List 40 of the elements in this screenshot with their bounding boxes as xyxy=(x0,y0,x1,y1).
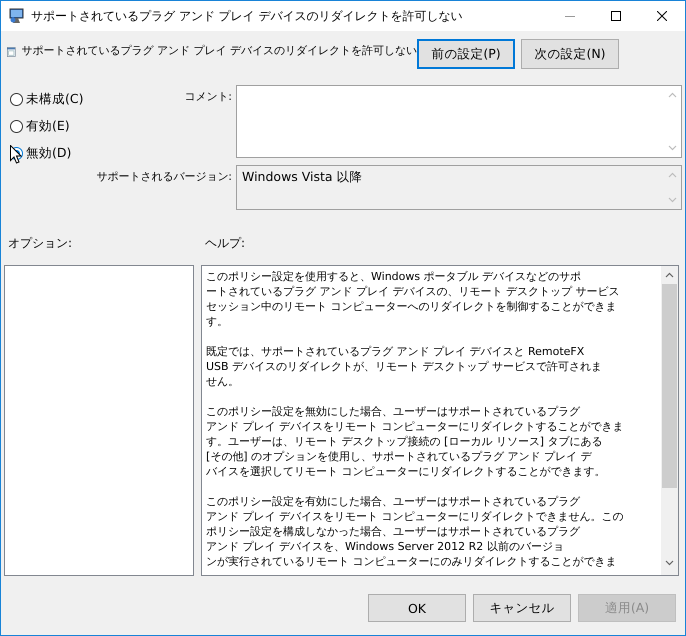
supported-version-label: サポートされるバージョン: xyxy=(95,169,233,185)
ok-button[interactable]: OK xyxy=(368,594,466,622)
help-text-line: せん。 xyxy=(206,374,240,389)
previous-setting-button[interactable]: 前の設定(P) xyxy=(417,39,515,69)
help-text-line: バイスを選択してリモート コンピューターにリダイレクトすることができます。 xyxy=(206,464,606,479)
radio-label: 未構成(C) xyxy=(26,91,84,108)
help-text-line: アンド プレイ デバイスをリモート コンピューターにリダイレクトできません。この xyxy=(206,509,624,524)
help-text-line: このポリシー設定を有効にした場合、ユーザーはサポートされているプラグ xyxy=(206,494,582,509)
help-text-line: アンド プレイ デバイスをリモート コンピューターにリダイレクトすることができま xyxy=(206,419,624,434)
close-icon[interactable] xyxy=(657,11,667,21)
radio-label: 無効(D) xyxy=(26,145,72,162)
mouse-cursor-icon xyxy=(10,145,22,164)
scroll-down-icon[interactable] xyxy=(665,560,674,566)
help-text-line: ートされているプラグ アンド プレイ デバイスの、リモート デスクトップ サービス xyxy=(206,284,620,299)
cancel-button[interactable]: キャンセル xyxy=(473,594,571,622)
radio-label: 有効(E) xyxy=(26,118,70,135)
help-text-line: [その他] のオプションを使用し、サポートされているプラグ アンド プレイ デ xyxy=(206,449,593,464)
supported-version-text: Windows Vista 以降 xyxy=(241,168,364,186)
scroll-up-icon[interactable] xyxy=(665,272,674,278)
comment-label: コメント: xyxy=(183,89,233,105)
radio-button[interactable] xyxy=(10,93,23,106)
options-label: オプション: xyxy=(8,235,74,252)
window-title: サポートされているプラグ アンド プレイ デバイスのリダイレクトを許可しない xyxy=(31,8,464,24)
help-text-line: ンが実行されているリモート コンピューターにのみリダイレクトすることができま xyxy=(206,554,618,569)
help-text-line: アンド プレイ デバイスを、Windows Server 2012 R2 以前のバージョ xyxy=(206,539,565,554)
maximize-icon[interactable] xyxy=(611,11,621,21)
help-text-line: す。 xyxy=(206,314,229,329)
scrollbar-thumb[interactable] xyxy=(662,284,677,488)
help-text-line: セッション中のリモート コンピューターへのリダイレクトを制御することができま xyxy=(206,299,618,314)
help-text-line: このポリシー設定を使用すると、Windows ポータブル デバイスなどのサポ xyxy=(206,269,582,284)
next-setting-button[interactable]: 次の設定(N) xyxy=(521,39,619,69)
help-text-line: USB デバイスのリダイレクトが、リモート デスクトップ サービスで許可されま xyxy=(206,359,604,374)
help-label: ヘルプ: xyxy=(205,235,246,252)
radio-button[interactable] xyxy=(10,120,23,133)
help-text-line: す。ユーザーは、リモート デスクトップ接続の [ローカル リソース] タブにある xyxy=(206,434,604,449)
policy-title: サポートされているプラグ アンド プレイ デバイスのリダイレクトを許可しない xyxy=(22,43,417,59)
help-text-line: 既定では、サポートされているプラグ アンド プレイ デバイスと RemoteFX xyxy=(206,344,586,359)
help-text-line: ポリシー設定を構成しなかった場合、ユーザーはサポートされているプラグ xyxy=(206,524,582,539)
help-text-line: このポリシー設定を無効にした場合、ユーザーはサポートされているプラグ xyxy=(206,404,582,419)
computer-icon xyxy=(9,8,25,24)
